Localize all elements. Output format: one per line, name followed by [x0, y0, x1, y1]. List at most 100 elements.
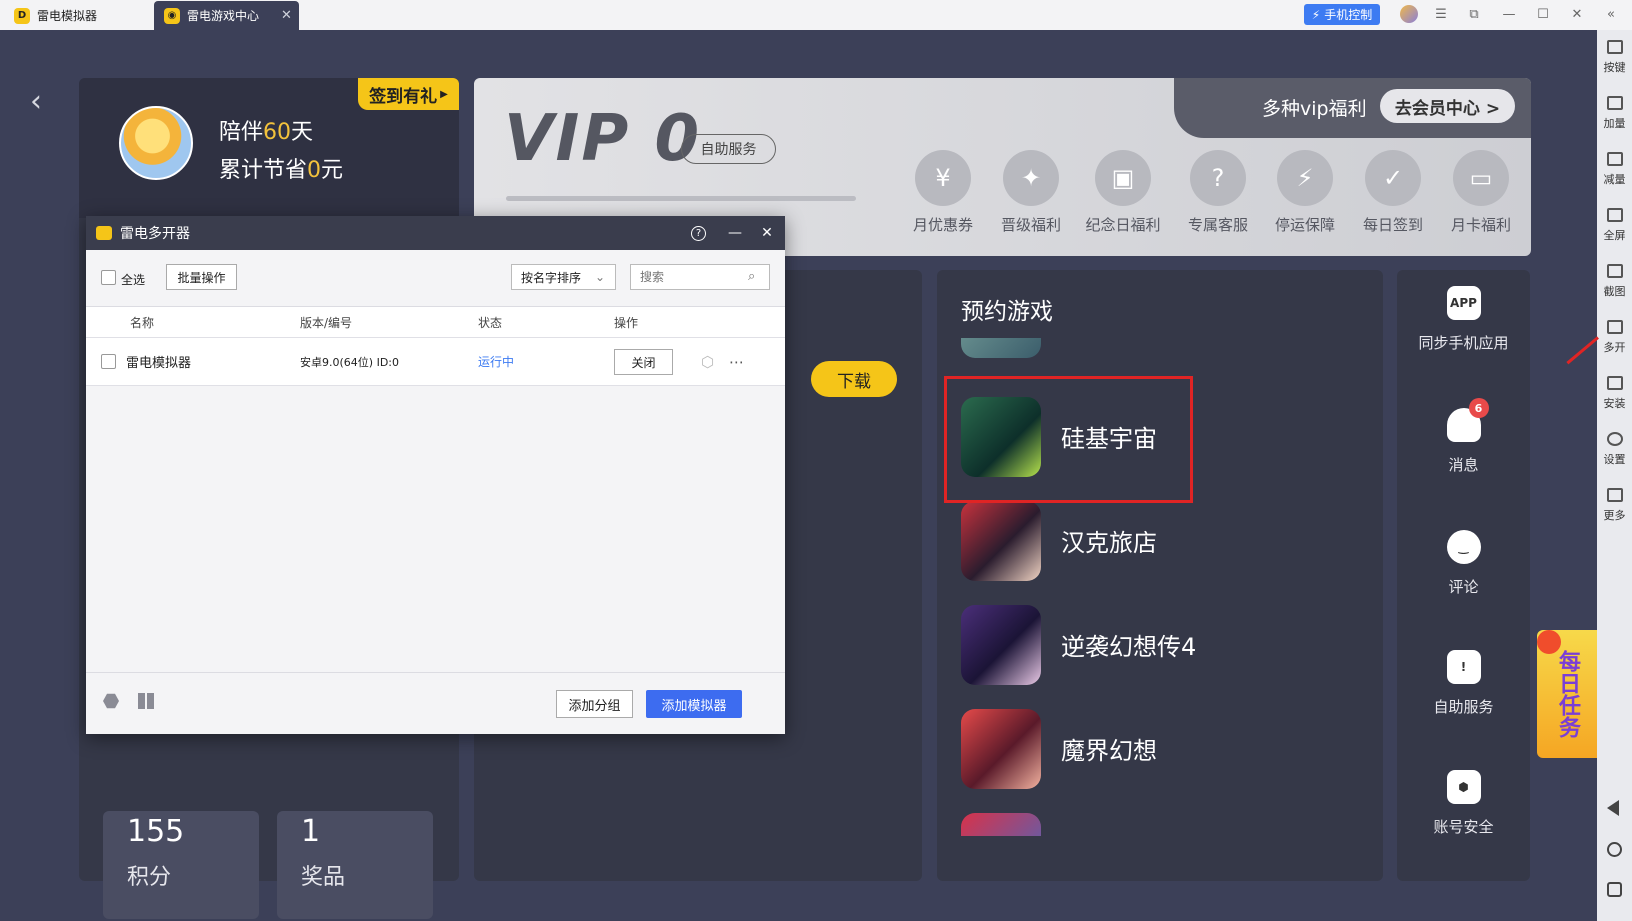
grid-view-icon[interactable]: [138, 693, 154, 709]
user-avatar-mini[interactable]: [1400, 5, 1418, 23]
sort-select-label: 按名字排序: [521, 270, 582, 285]
scissors-icon: [1606, 264, 1623, 278]
dialog-close-icon[interactable]: ✕: [757, 223, 777, 243]
tab-game-center[interactable]: ◉ 雷电游戏中心 ✕: [154, 1, 299, 30]
benefit-promotion[interactable]: ✦ 晋级福利: [986, 150, 1076, 235]
toolbar-multi-instance[interactable]: 多开: [1597, 314, 1632, 366]
phone-control-button[interactable]: ⚡ 手机控制: [1304, 4, 1380, 25]
multi-instance-dialog: 雷电多开器 ? — ✕ 全选 批量操作 按名字排序 ⌄ ⌕ 名称 版本/编号 状态…: [86, 216, 785, 734]
download-button[interactable]: 下载: [811, 361, 897, 397]
toolbar-settings[interactable]: 设置: [1597, 426, 1632, 478]
dialog-minimize-icon[interactable]: —: [725, 223, 745, 243]
help-icon[interactable]: ?: [691, 226, 706, 241]
sort-select[interactable]: 按名字排序 ⌄: [511, 264, 616, 290]
benefit-service-guarantee[interactable]: ⚡ 停运保障: [1260, 150, 1350, 235]
game-row-partial-bottom[interactable]: [961, 813, 1261, 836]
benefit-anniversary[interactable]: ▣ 纪念日福利: [1078, 150, 1168, 235]
coupon-icon: ¥: [915, 150, 971, 206]
back-icon[interactable]: ‹: [30, 84, 42, 119]
window-mode-icon[interactable]: ⧉: [1463, 3, 1485, 25]
settings-hex-icon[interactable]: [103, 693, 119, 709]
self-service-label: 自助服务: [1433, 698, 1494, 716]
self-service[interactable]: ! 自助服务: [1397, 650, 1530, 717]
game-row-hank-inn[interactable]: 汉克旅店: [961, 501, 1261, 581]
hexagon-icon: ⬢: [1446, 770, 1481, 804]
game-row-partial[interactable]: [961, 338, 1261, 358]
instance-more-icon[interactable]: ⋯: [729, 338, 744, 385]
game-icon: [961, 605, 1041, 685]
maximize-icon[interactable]: ☐: [1532, 3, 1554, 25]
app-icon: APP: [1446, 286, 1481, 320]
accompany-days-value: 60: [263, 120, 292, 145]
game-name: 汉克旅店: [1061, 529, 1157, 557]
accompany-suffix: 天: [291, 120, 314, 145]
instance-name: 雷电模拟器: [126, 356, 192, 371]
minimize-icon[interactable]: —: [1498, 3, 1520, 25]
game-icon: [961, 813, 1041, 836]
row-checkbox[interactable]: [101, 354, 116, 369]
toolbar-screenshot[interactable]: 截图: [1597, 258, 1632, 310]
dialog-footer: 添加分组 添加模拟器: [86, 672, 785, 734]
sync-phone-app[interactable]: APP 同步手机应用: [1397, 286, 1530, 353]
table-row[interactable]: 雷电模拟器 安卓9.0(64位) ID:0 运行中 关闭 ⬡ ⋯: [86, 338, 785, 386]
close-icon[interactable]: ✕: [1566, 3, 1588, 25]
close-instance-button[interactable]: 关闭: [614, 349, 673, 375]
game-icon: [961, 338, 1041, 358]
gamepad-icon: ◉: [164, 7, 180, 24]
title-bar: D 雷电模拟器 ◉ 雷电游戏中心 ✕ ⚡ 手机控制 ☰ ⧉ — ☐ ✕ «: [0, 0, 1632, 30]
messages[interactable]: 6 消息: [1397, 398, 1530, 475]
add-group-button[interactable]: 添加分组: [556, 690, 633, 718]
android-recents-icon[interactable]: [1607, 882, 1622, 897]
select-all-checkbox[interactable]: [101, 270, 116, 285]
avatar[interactable]: [119, 106, 193, 180]
comments[interactable]: ‿ 评论: [1397, 530, 1530, 597]
benefit-monthly-coupon[interactable]: ¥ 月优惠券: [898, 150, 988, 235]
vip-self-service-button[interactable]: 自助服务: [681, 134, 776, 164]
vip-center-button[interactable]: 去会员中心 >: [1380, 89, 1515, 123]
shield-icon: ⚡: [1277, 150, 1333, 206]
toolbar-install-label: 安装: [1603, 397, 1626, 410]
account-security[interactable]: ⬢ 账号安全: [1397, 770, 1530, 837]
menu-icon[interactable]: ☰: [1430, 3, 1452, 25]
toolbar-install[interactable]: 安装: [1597, 370, 1632, 422]
saved-prefix: 累计节省: [219, 158, 308, 183]
android-back-icon[interactable]: [1607, 800, 1619, 816]
add-emulator-button[interactable]: 添加模拟器: [646, 690, 742, 718]
toolbar-keymap[interactable]: 按键: [1597, 34, 1632, 86]
points-label: 积分: [127, 865, 172, 890]
toolbar-volume-down[interactable]: 减量: [1597, 146, 1632, 198]
game-name: 逆袭幻想传4: [1061, 633, 1197, 661]
sidebar-toggle-icon[interactable]: «: [1600, 3, 1622, 25]
vip-progress-bar: [506, 196, 856, 201]
android-home-icon[interactable]: [1607, 842, 1622, 857]
tab-emulator-label: 雷电模拟器: [37, 9, 98, 23]
prizes-card[interactable]: 1 奖品: [277, 811, 433, 919]
toolbar-volume-up[interactable]: 加量: [1597, 90, 1632, 142]
benefit-label: 每日签到: [1362, 216, 1423, 234]
tab-emulator[interactable]: D 雷电模拟器: [14, 1, 154, 30]
game-row-demon-realm[interactable]: 魔界幻想: [961, 709, 1261, 789]
message-badge: 6: [1468, 398, 1489, 418]
select-all-label: 全选: [121, 273, 146, 287]
instance-settings-icon[interactable]: ⬡: [701, 338, 714, 385]
toolbar-fullscreen[interactable]: 全屏: [1597, 202, 1632, 254]
game-row-fantasy-4[interactable]: 逆袭幻想传4: [961, 605, 1261, 685]
alert-icon: !: [1446, 650, 1481, 684]
batch-operation-button[interactable]: 批量操作: [166, 264, 237, 290]
search-icon[interactable]: ⌕: [748, 269, 755, 284]
toolbar-more[interactable]: 更多: [1597, 482, 1632, 534]
game-icon: [961, 709, 1041, 789]
multi-window-icon: [1606, 320, 1623, 334]
benefit-daily-signin[interactable]: ✓ 每日签到: [1348, 150, 1438, 235]
comments-label: 评论: [1448, 578, 1479, 596]
game-name: 魔界幻想: [1061, 737, 1157, 765]
points-card[interactable]: 155 积分: [103, 811, 259, 919]
toolbar-fullscreen-label: 全屏: [1603, 229, 1626, 242]
benefit-exclusive-support[interactable]: ? 专属客服: [1173, 150, 1263, 235]
calendar-icon: ✓: [1365, 150, 1421, 206]
account-security-label: 账号安全: [1433, 818, 1494, 836]
toolbar-screenshot-label: 截图: [1603, 285, 1626, 298]
benefit-monthly-card[interactable]: ▭ 月卡福利: [1436, 150, 1526, 235]
signin-reward-button[interactable]: 签到有礼 ▶: [358, 78, 459, 110]
tab-close-icon[interactable]: ✕: [281, 8, 292, 23]
